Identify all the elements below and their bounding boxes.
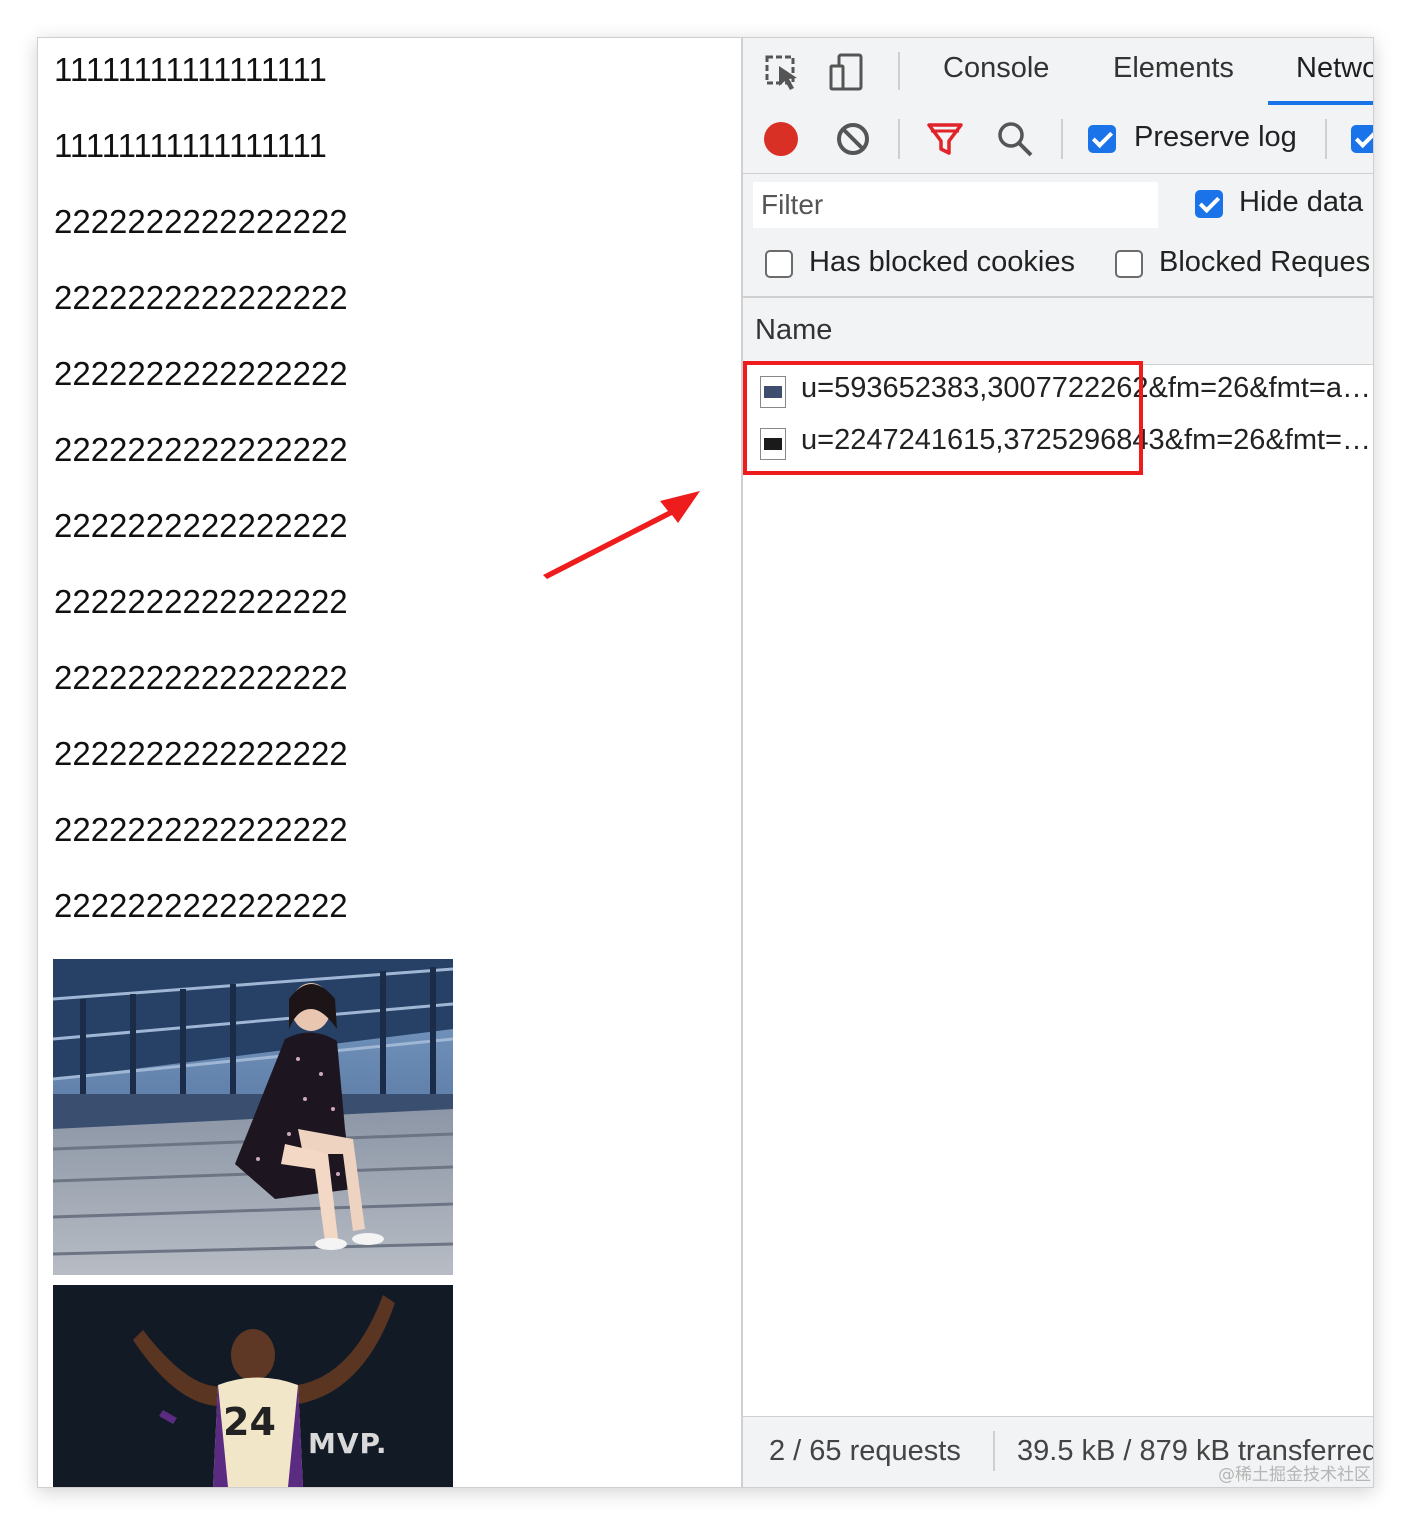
tab-console[interactable]: Console bbox=[943, 52, 1049, 85]
tab-network[interactable]: Netwo bbox=[1296, 52, 1373, 85]
toolbar-divider bbox=[898, 119, 900, 159]
request-row[interactable]: u=2247241615,3725296843&fm=26&fmt=auto bbox=[743, 420, 1374, 470]
filter-icon[interactable] bbox=[925, 119, 965, 159]
toolbar-divider bbox=[1061, 119, 1063, 159]
text-line: 2222222222222222 bbox=[54, 735, 348, 772]
search-icon[interactable] bbox=[995, 119, 1035, 159]
network-toolbar: Preserve log bbox=[743, 105, 1373, 174]
lazy-image-basketball-player: 24 MVP. bbox=[53, 1285, 453, 1487]
text-line: 11111111111111111 bbox=[54, 127, 327, 164]
preserve-log-label: Preserve log bbox=[1134, 121, 1297, 153]
watermark: @稀土掘金技术社区 bbox=[1218, 1465, 1371, 1485]
request-name: u=2247241615,3725296843&fm=26&fmt=auto bbox=[801, 424, 1374, 456]
jersey-number: 24 bbox=[223, 1400, 276, 1444]
image-file-icon bbox=[760, 376, 786, 408]
text-line: 2222222222222222 bbox=[54, 507, 348, 544]
annotation-arrow-icon bbox=[543, 491, 700, 579]
text-line: 2222222222222222 bbox=[54, 431, 348, 468]
tab-elements[interactable]: Elements bbox=[1113, 52, 1234, 85]
text-line: 2222222222222222 bbox=[54, 279, 348, 316]
devtools-tabbar: Console Elements Netwo bbox=[743, 38, 1373, 106]
hide-data-urls-checkbox[interactable] bbox=[1195, 190, 1223, 218]
status-divider bbox=[993, 1431, 995, 1471]
lazy-image-woman-on-stairs bbox=[53, 959, 453, 1275]
photo-caption: MVP. bbox=[308, 1427, 388, 1460]
toolbar-divider bbox=[898, 52, 900, 90]
request-count: 2 / 65 requests bbox=[769, 1435, 961, 1467]
image-file-icon bbox=[760, 428, 786, 460]
hide-data-urls-label: Hide data bbox=[1239, 186, 1364, 218]
disable-cache-checkbox[interactable] bbox=[1351, 125, 1373, 153]
clear-icon[interactable] bbox=[833, 119, 873, 159]
browser-window: 11111111111111111 11111111111111111 2222… bbox=[37, 37, 1374, 1488]
request-row[interactable]: u=593652383,3007722262&fm=26&fmt=auto bbox=[743, 368, 1374, 418]
network-status-bar: 2 / 65 requests 39.5 kB / 879 kB transfe… bbox=[743, 1416, 1373, 1487]
has-blocked-cookies-checkbox[interactable] bbox=[765, 250, 793, 278]
filter-bar: Filter Hide data Has blocked cookies Blo… bbox=[743, 174, 1373, 298]
text-line: 2222222222222222 bbox=[54, 811, 348, 848]
blocked-requests-label: Blocked Reques bbox=[1159, 246, 1371, 278]
page-viewport[interactable]: 11111111111111111 11111111111111111 2222… bbox=[38, 38, 741, 1487]
text-line: 11111111111111111 bbox=[54, 51, 327, 88]
text-line: 2222222222222222 bbox=[54, 887, 348, 924]
text-line: 2222222222222222 bbox=[54, 583, 348, 620]
request-name: u=593652383,3007722262&fm=26&fmt=auto bbox=[801, 372, 1374, 404]
inspect-element-icon[interactable] bbox=[763, 52, 803, 92]
device-toolbar-icon[interactable] bbox=[827, 52, 867, 92]
has-blocked-cookies-label: Has blocked cookies bbox=[809, 246, 1075, 278]
record-icon[interactable] bbox=[761, 119, 801, 159]
filter-input[interactable]: Filter bbox=[753, 182, 1158, 228]
text-line: 2222222222222222 bbox=[54, 355, 348, 392]
text-line: 2222222222222222 bbox=[54, 203, 348, 240]
devtools-panel: Console Elements Netwo Preserve log Filt… bbox=[741, 38, 1374, 1487]
preserve-log-checkbox[interactable] bbox=[1088, 125, 1116, 153]
column-header-name[interactable]: Name bbox=[755, 314, 832, 347]
requests-table-header[interactable]: Name bbox=[743, 298, 1373, 365]
toolbar-divider bbox=[1325, 119, 1327, 159]
blocked-requests-checkbox[interactable] bbox=[1115, 250, 1143, 278]
text-line: 2222222222222222 bbox=[54, 659, 348, 696]
